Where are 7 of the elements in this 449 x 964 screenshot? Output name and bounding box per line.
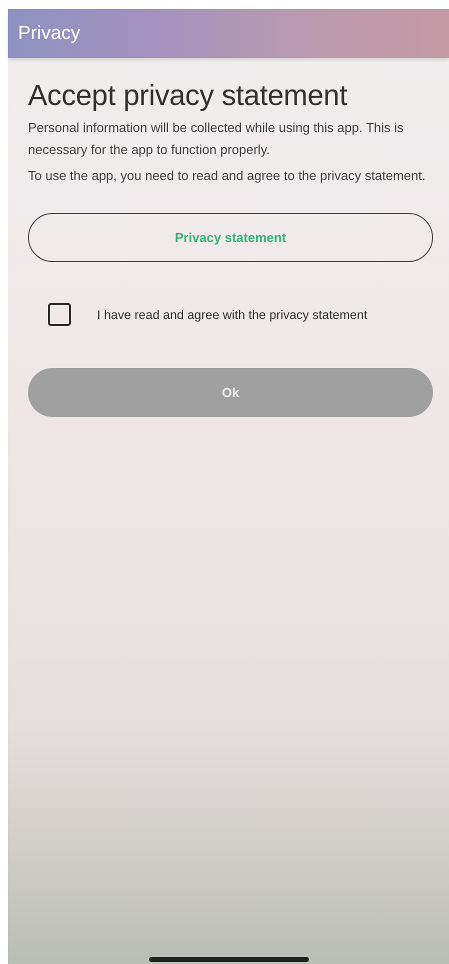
checkbox[interactable] <box>48 303 71 326</box>
page-heading: Accept privacy statement <box>28 80 348 113</box>
body-text: To use the app, you need to read and agree to the privacy statement. <box>28 167 426 185</box>
privacy-statement-button[interactable]: Privacy statement <box>28 213 433 262</box>
checkbox-label: I have read and agree with the privacy statement <box>97 308 368 322</box>
app-bar-title: Privacy <box>18 22 80 44</box>
body-text: Personal information will be collected while using this app. This is necessary for the app to function properly. <box>28 119 405 159</box>
